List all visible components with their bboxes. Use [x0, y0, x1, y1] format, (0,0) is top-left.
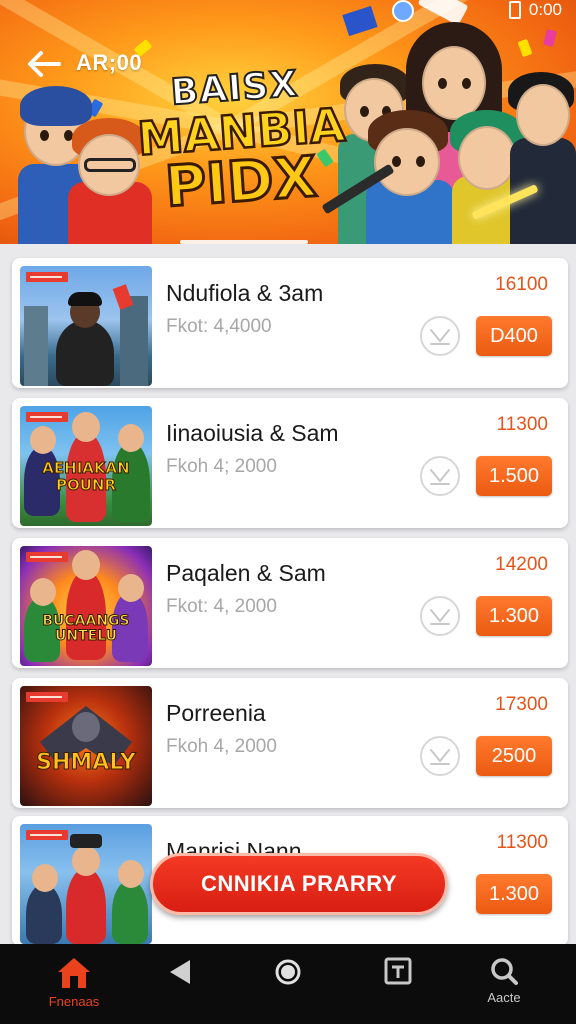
price-button[interactable]: 1.300: [476, 874, 552, 914]
arrow-left-icon: [28, 51, 61, 77]
search-icon: [491, 958, 518, 985]
trend-down-icon: [430, 609, 450, 625]
item-subtitle: Fkot: 4, 2000: [166, 596, 277, 617]
primary-cta-button[interactable]: CNNIKIA PRARRY: [150, 853, 448, 915]
item-points: 11300: [496, 832, 548, 853]
item-thumbnail: AEHIAKAN POUNR: [20, 406, 152, 526]
item-subtitle: Fkoh 4; 2000: [166, 456, 277, 477]
home-icon: [58, 958, 90, 988]
screen: 0:00 BAISX MANBIA PIDX AR;00 Ndufiola & …: [0, 0, 576, 1024]
item-title: Porreenia: [166, 700, 266, 726]
thumb-caption: AEHIAKAN POUNR: [42, 459, 130, 494]
item-title: Iinaoiusia & Sam: [166, 420, 339, 446]
bottom-nav: Fnenaas Aacte: [0, 944, 576, 1024]
status-time: 0:00: [528, 0, 562, 19]
item-points: 17300: [495, 694, 548, 715]
nav-recents[interactable]: [368, 944, 428, 1024]
item-list[interactable]: Ndufiola & 3am Fkot: 4,4000 16100 D400 A…: [0, 244, 576, 944]
balloon-decoration: [392, 0, 414, 22]
price-button[interactable]: 1.500: [476, 456, 552, 496]
flag-decoration: [342, 5, 378, 37]
item-thumbnail: [20, 824, 152, 944]
nav-home[interactable]: Fnenaas: [36, 944, 112, 1024]
home-indicator: [160, 936, 416, 941]
nav-back[interactable]: [150, 944, 210, 1024]
back-triangle-icon: [170, 960, 190, 984]
list-item[interactable]: AEHIAKAN POUNR Iinaoiusia & Sam Fkoh 4; …: [12, 398, 568, 528]
back-button[interactable]: [24, 44, 64, 84]
item-points: 11300: [496, 414, 548, 435]
list-item[interactable]: Ndufiola & 3am Fkot: 4,4000 16100 D400: [12, 258, 568, 388]
trend-down-icon: [430, 329, 450, 345]
price-button[interactable]: 2500: [476, 736, 552, 776]
nav-label: Fnenaas: [48, 994, 100, 1009]
character-right-5: [508, 72, 576, 244]
trend-down-icon: [430, 749, 450, 765]
nav-search[interactable]: Aacte: [466, 944, 542, 1024]
status-bar: 0:00: [508, 0, 562, 20]
chart-icon[interactable]: [420, 596, 460, 636]
recents-icon: [384, 957, 412, 985]
item-subtitle: Fkot: 4,4000: [166, 316, 272, 337]
item-points: 16100: [495, 274, 548, 295]
chart-icon[interactable]: [420, 736, 460, 776]
nav-home-circle[interactable]: [258, 944, 318, 1024]
chart-icon[interactable]: [420, 316, 460, 356]
circle-home-icon: [275, 959, 301, 985]
nav-label: Aacte: [487, 990, 521, 1005]
hero-banner: 0:00 BAISX MANBIA PIDX AR;00: [0, 0, 576, 244]
trend-down-icon: [430, 469, 450, 485]
price-button[interactable]: 1.300: [476, 596, 552, 636]
item-thumbnail: [20, 266, 152, 386]
item-thumbnail: SHMALY: [20, 686, 152, 806]
item-thumbnail: BUCAANGS UNTELU: [20, 546, 152, 666]
price-button[interactable]: D400: [476, 316, 552, 356]
logo-line-3: PIDX: [162, 143, 321, 221]
header-title: AR;00: [76, 50, 143, 75]
list-item[interactable]: BUCAANGS UNTELU Paqalen & Sam Fkot: 4, 2…: [12, 538, 568, 668]
item-title: Paqalen & Sam: [166, 560, 326, 586]
chart-icon[interactable]: [420, 456, 460, 496]
battery-icon: [508, 1, 521, 19]
list-item[interactable]: SHMALY Porreenia Fkoh 4, 2000 17300 2500: [12, 678, 568, 808]
item-points: 14200: [495, 554, 548, 575]
game-logo: BAISX MANBIA PIDX: [133, 61, 348, 222]
thumb-caption: BUCAANGS UNTELU: [42, 613, 130, 645]
item-subtitle: Fkoh 4, 2000: [166, 736, 277, 757]
item-title: Ndufiola & 3am: [166, 280, 324, 306]
thumb-caption: SHMALY: [36, 750, 137, 776]
